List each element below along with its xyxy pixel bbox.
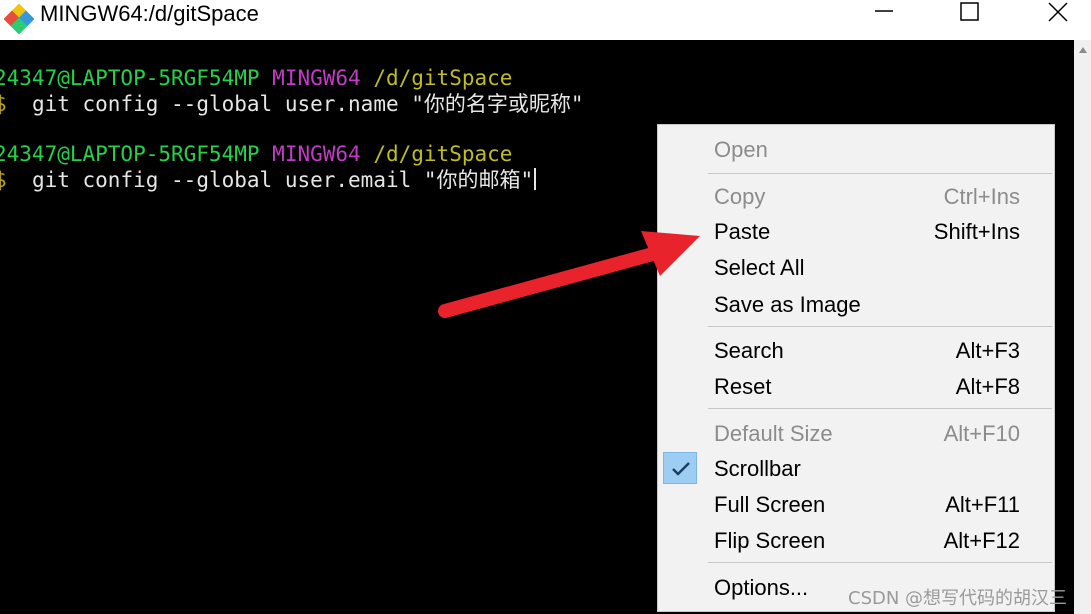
prompt-line: 24347@LAPTOP-5RGF54MP MINGW64 /d/gitSpac…	[0, 141, 512, 167]
prompt-user-host: 24347@LAPTOP-5RGF54MP	[0, 66, 260, 90]
menu-separator	[708, 562, 1052, 563]
command-line: $ git config --global user.name "你的名字或昵称…	[0, 91, 584, 117]
menu-separator	[708, 326, 1052, 327]
maximize-button[interactable]	[940, 0, 1000, 24]
command-text: git config --global user.name "你的名字或昵称"	[31, 92, 584, 116]
minimize-icon	[875, 10, 893, 12]
window-title: MINGW64:/d/gitSpace	[40, 1, 259, 26]
prompt-path: /d/gitSpace	[373, 142, 513, 166]
menu-item-shortcut: Alt+F12	[943, 528, 1020, 553]
menu-item-flip-screen[interactable]: Flip Screen Alt+F12	[658, 523, 1054, 557]
scrollbar-checked-indicator	[663, 452, 697, 484]
menu-item-label: Copy	[714, 184, 766, 209]
watermark-text: CSDN @想写代码的胡汉三	[848, 588, 1068, 609]
menu-item-save-as-image[interactable]: Save as Image	[658, 287, 1054, 321]
menu-item-label: Search	[714, 338, 784, 363]
menu-item-label: Save as Image	[714, 292, 861, 317]
menu-item-open[interactable]: Open	[658, 132, 1054, 166]
menu-item-label: Reset	[714, 374, 772, 399]
menu-item-shortcut: Shift+Ins	[933, 219, 1020, 244]
menu-item-label: Flip Screen	[714, 528, 826, 553]
menu-item-shortcut: Alt+F8	[955, 374, 1020, 399]
menu-separator	[708, 173, 1052, 174]
command-text: git config --global user.email "你的邮箱"	[31, 168, 534, 192]
scroll-up-arrow-icon[interactable]	[1078, 46, 1088, 54]
command-line: $ git config --global user.email "你的邮箱"	[0, 167, 537, 193]
prompt-user-host: 24347@LAPTOP-5RGF54MP	[0, 142, 260, 166]
checkmark-icon	[672, 462, 690, 476]
menu-item-reset[interactable]: Reset Alt+F8	[658, 369, 1054, 403]
prompt-shell: MINGW64	[272, 66, 361, 90]
menu-item-label: Scrollbar	[714, 456, 801, 481]
context-menu: Open Copy Ctrl+Ins Paste Shift+Ins Selec…	[657, 124, 1055, 612]
minimize-button[interactable]	[855, 0, 915, 24]
menu-item-shortcut: Ctrl+Ins	[943, 184, 1020, 209]
menu-item-default-size[interactable]: Default Size Alt+F10	[658, 416, 1054, 450]
menu-item-label: Paste	[714, 219, 771, 244]
close-icon	[1048, 2, 1068, 22]
menu-item-label: Options...	[714, 575, 809, 600]
title-bar[interactable]: MINGW64:/d/gitSpace	[0, 0, 1091, 40]
menu-item-label: Open	[714, 137, 768, 162]
prompt-shell: MINGW64	[272, 142, 361, 166]
menu-item-scrollbar[interactable]: Scrollbar	[658, 451, 1054, 485]
menu-item-full-screen[interactable]: Full Screen Alt+F11	[658, 487, 1054, 521]
prompt-path: /d/gitSpace	[373, 66, 513, 90]
prompt-line: 24347@LAPTOP-5RGF54MP MINGW64 /d/gitSpac…	[0, 65, 512, 91]
menu-item-label: Default Size	[714, 421, 833, 446]
menu-item-label: Full Screen	[714, 492, 826, 517]
menu-item-shortcut: Alt+F10	[943, 421, 1020, 446]
vertical-scrollbar[interactable]	[1074, 40, 1091, 614]
menu-separator	[708, 408, 1052, 409]
menu-item-search[interactable]: Search Alt+F3	[658, 333, 1054, 367]
text-cursor	[534, 168, 537, 190]
menu-item-copy[interactable]: Copy Ctrl+Ins	[658, 179, 1054, 213]
menu-item-paste[interactable]: Paste Shift+Ins	[658, 214, 1054, 248]
menu-item-label: Select All	[714, 255, 805, 280]
maximize-icon	[960, 2, 979, 21]
menu-item-shortcut: Alt+F11	[945, 492, 1020, 517]
menu-item-select-all[interactable]: Select All	[658, 250, 1054, 284]
menu-item-shortcut: Alt+F3	[955, 338, 1020, 363]
prompt-symbol: $	[0, 168, 7, 192]
close-button[interactable]	[1028, 0, 1088, 24]
prompt-symbol: $	[0, 92, 7, 116]
git-app-icon	[4, 4, 34, 34]
